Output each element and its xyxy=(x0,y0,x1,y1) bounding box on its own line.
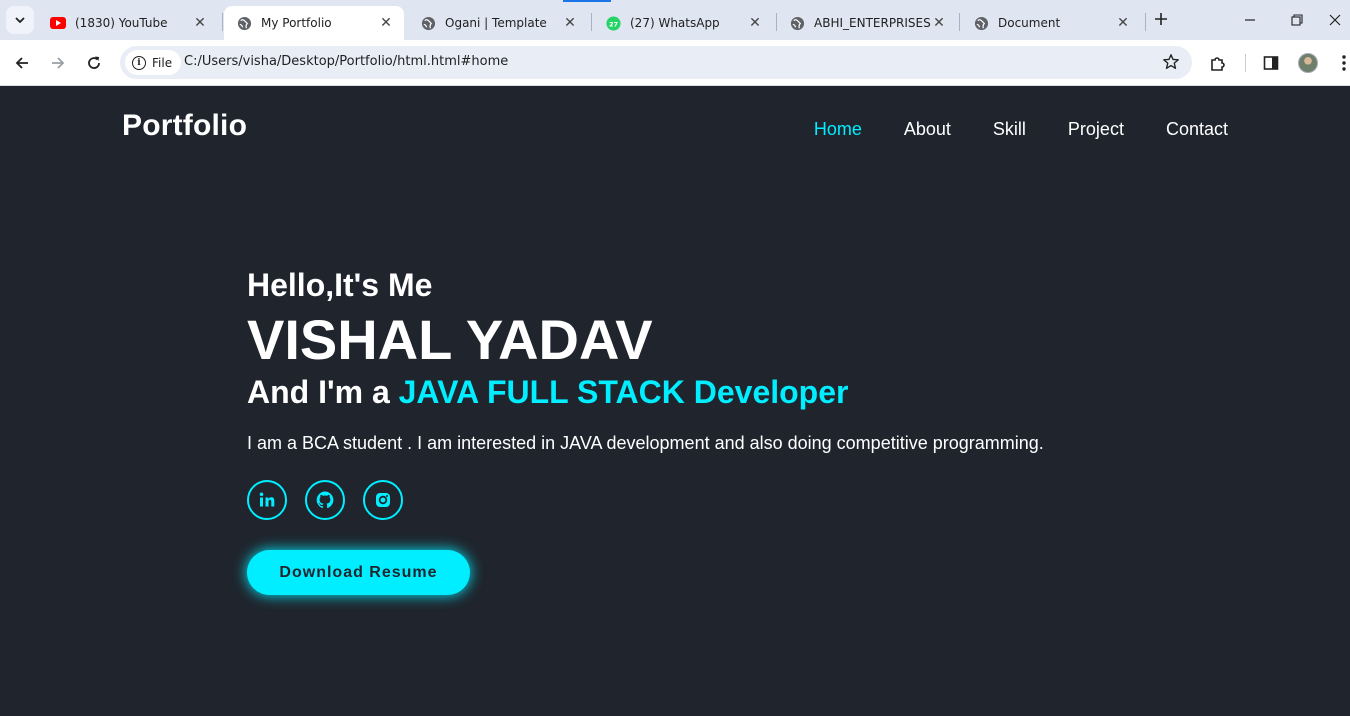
close-icon[interactable]: ✕ xyxy=(747,15,763,31)
nav-contact[interactable]: Contact xyxy=(1166,119,1228,140)
whatsapp-badge: 27 xyxy=(608,20,618,28)
social-links xyxy=(247,480,1147,520)
profile-avatar[interactable] xyxy=(1298,53,1318,73)
whatsapp-icon: 27 xyxy=(605,15,621,31)
close-icon[interactable]: ✕ xyxy=(931,15,947,31)
minimize-icon xyxy=(1245,19,1255,21)
download-resume-button[interactable]: Download Resume xyxy=(247,550,470,595)
reload-button[interactable] xyxy=(81,50,107,76)
plus-icon xyxy=(1155,13,1167,25)
globe-icon xyxy=(236,15,252,31)
tab-search-button[interactable] xyxy=(6,6,34,34)
menu-button[interactable] xyxy=(1333,52,1350,74)
more-vertical-icon xyxy=(1342,55,1346,71)
nav-home[interactable]: Home xyxy=(814,119,862,140)
youtube-icon xyxy=(50,15,66,31)
tab-divider xyxy=(222,13,223,31)
tab-my-portfolio[interactable]: My Portfolio ✕ xyxy=(224,6,404,40)
close-icon[interactable]: ✕ xyxy=(192,15,208,31)
arrow-left-icon xyxy=(15,57,28,69)
tab-title: (1830) YouTube xyxy=(75,16,168,30)
nav-skill[interactable]: Skill xyxy=(993,119,1026,140)
github-icon xyxy=(316,491,334,509)
instagram-icon xyxy=(376,493,390,507)
nav-about[interactable]: About xyxy=(904,119,951,140)
close-icon[interactable]: ✕ xyxy=(1115,15,1131,31)
greeting-heading: Hello,It's Me xyxy=(247,267,433,303)
minimize-button[interactable] xyxy=(1240,10,1260,30)
browser-toolbar: i File C:/Users/visha/Desktop/Portfolio/… xyxy=(0,40,1350,86)
linkedin-link[interactable] xyxy=(247,480,287,520)
instagram-link[interactable] xyxy=(363,480,403,520)
globe-icon xyxy=(420,15,436,31)
tab-title: ABHI_ENTERPRISES xyxy=(814,16,931,30)
nav-project[interactable]: Project xyxy=(1068,119,1124,140)
chevron-down-icon xyxy=(15,17,25,24)
site-info-chip[interactable]: i File xyxy=(125,50,182,75)
tab-document[interactable]: Document ✕ xyxy=(961,6,1141,40)
puzzle-icon xyxy=(1211,57,1225,71)
url-text[interactable]: C:/Users/visha/Desktop/Portfolio/html.ht… xyxy=(184,54,508,69)
globe-icon xyxy=(789,15,805,31)
bookmark-star-icon[interactable] xyxy=(1162,53,1180,71)
tab-divider xyxy=(591,13,592,31)
arrow-right-icon xyxy=(52,57,65,69)
reload-icon xyxy=(88,56,100,69)
portfolio-page: Portfolio Home About Skill Project Conta… xyxy=(0,87,1350,716)
toolbar-divider xyxy=(1245,54,1246,72)
linkedin-icon xyxy=(259,492,275,507)
tab-loading-indicator xyxy=(563,0,611,2)
browser-tab-strip: (1830) YouTube ✕ My Portfolio ✕ Ogani | … xyxy=(0,0,1350,40)
tab-title: My Portfolio xyxy=(261,16,332,30)
address-bar[interactable]: i File C:/Users/visha/Desktop/Portfolio/… xyxy=(120,46,1192,79)
tab-divider xyxy=(959,13,960,31)
close-icon[interactable]: ✕ xyxy=(378,15,394,31)
role-prefix: And I'm a xyxy=(247,374,399,410)
role-accent: JAVA FULL STACK Developer xyxy=(398,374,849,410)
main-nav: Home About Skill Project Contact xyxy=(772,119,1228,140)
site-logo[interactable]: Portfolio xyxy=(122,109,247,143)
window-close-button[interactable] xyxy=(1325,10,1345,30)
tab-title: Ogani | Template xyxy=(445,16,547,30)
restore-button[interactable] xyxy=(1287,10,1307,30)
hero-description: I am a BCA student . I am interested in … xyxy=(247,433,1044,453)
hero-section: Hello,It's Me VISHAL YADAV And I'm a JAV… xyxy=(247,267,1147,595)
site-info-label: File xyxy=(152,55,173,70)
tab-title: (27) WhatsApp xyxy=(630,16,720,30)
restore-icon xyxy=(1291,14,1303,26)
side-panel-button[interactable] xyxy=(1260,52,1282,74)
info-icon: i xyxy=(132,55,146,70)
name-heading: VISHAL YADAV xyxy=(247,308,653,371)
close-icon[interactable]: ✕ xyxy=(562,15,578,31)
github-link[interactable] xyxy=(305,480,345,520)
new-tab-button[interactable] xyxy=(1150,8,1172,30)
tab-divider xyxy=(1145,13,1146,31)
tab-youtube[interactable]: (1830) YouTube ✕ xyxy=(38,6,218,40)
close-icon xyxy=(1329,14,1341,26)
globe-icon xyxy=(973,15,989,31)
side-panel-icon xyxy=(1263,56,1279,70)
tab-ogani-template[interactable]: Ogani | Template ✕ xyxy=(408,6,588,40)
extensions-button[interactable] xyxy=(1207,52,1229,74)
tab-whatsapp[interactable]: 27 (27) WhatsApp ✕ xyxy=(593,6,773,40)
role-heading: And I'm a JAVA FULL STACK Developer xyxy=(247,374,1147,411)
forward-button[interactable] xyxy=(45,50,71,76)
back-button[interactable] xyxy=(9,50,35,76)
tab-title: Document xyxy=(998,16,1061,30)
tab-abhi-enterprises[interactable]: ABHI_ENTERPRISES ✕ xyxy=(777,6,957,40)
